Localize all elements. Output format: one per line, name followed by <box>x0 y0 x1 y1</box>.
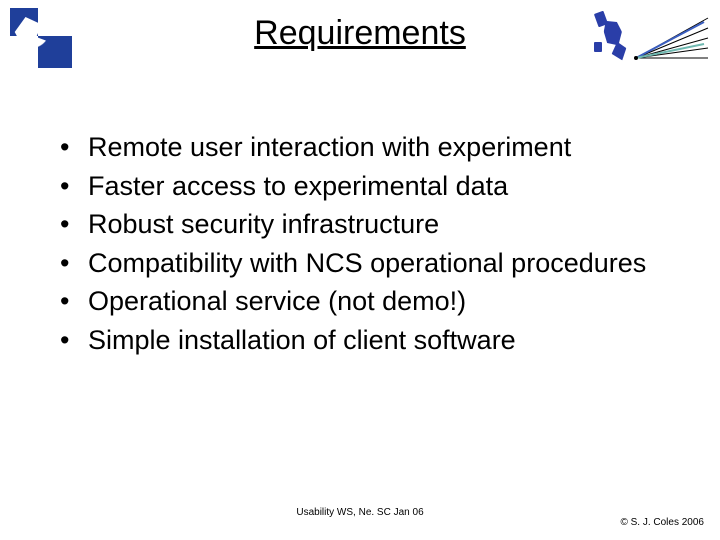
bullet-item: Compatibility with NCS operational proce… <box>54 246 680 281</box>
bullet-item: Robust security infrastructure <box>54 207 680 242</box>
footer-center-text: Usability WS, Ne. SC Jan 06 <box>0 507 720 518</box>
footer-right-text: © S. J. Coles 2006 <box>620 517 704 528</box>
bullet-item: Faster access to experimental data <box>54 169 680 204</box>
bullet-list: Remote user interaction with experiment … <box>54 130 680 361</box>
bullet-item: Simple installation of client software <box>54 323 680 358</box>
bullet-item: Operational service (not demo!) <box>54 284 680 319</box>
slide: Requirements Remote user interaction wit… <box>0 0 720 540</box>
bullet-item: Remote user interaction with experiment <box>54 130 680 165</box>
slide-title: Requirements <box>0 14 720 53</box>
